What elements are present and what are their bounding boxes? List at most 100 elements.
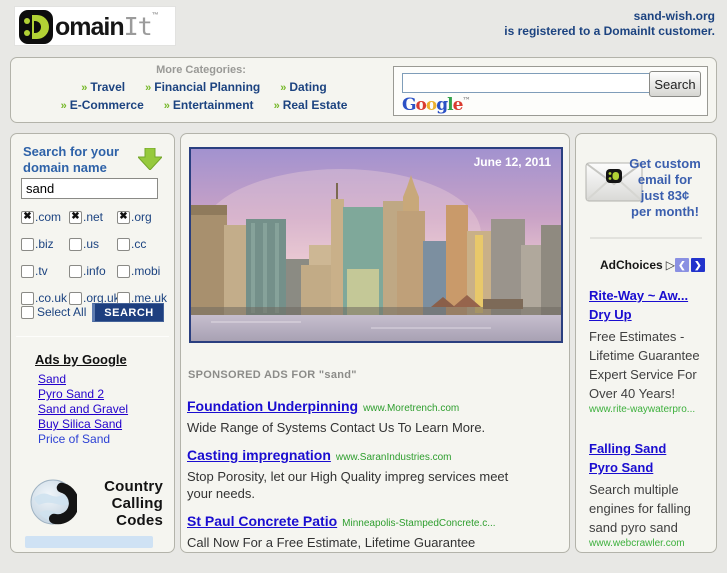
tld-label: .co.uk (35, 291, 67, 305)
domain-name: sand-wish.org (395, 9, 715, 24)
photo-date: June 12, 2011 (474, 155, 551, 169)
ad-title-link[interactable]: St Paul Concrete Patio (187, 513, 337, 529)
globe-phone-icon (29, 478, 77, 526)
category-link-entertainment[interactable]: »Entertainment (164, 98, 254, 112)
categories-bar: More Categories: »Travel »Financial Plan… (10, 57, 717, 123)
ad-url: www.rite-waywaterpro... (589, 404, 713, 415)
categories-row-1: »Travel »Financial Planning »Dating (11, 80, 397, 94)
google-ad-link-sand-and-gravel[interactable]: Sand and Gravel (38, 402, 128, 417)
cutoff-link-strip[interactable] (25, 536, 153, 548)
ad-title-link[interactable]: Casting impregnation (187, 447, 331, 463)
category-link-travel[interactable]: »Travel (81, 80, 125, 94)
right-ad-sidebar: Get custom email for just 83¢ per month!… (575, 133, 717, 553)
next-ad-arrow-button[interactable]: ❯ (691, 258, 705, 272)
tld-label: .info (83, 264, 106, 278)
tld-checkbox-org[interactable]: .org (117, 210, 169, 224)
tld-checkbox-biz[interactable]: .biz (21, 237, 69, 251)
checkbox[interactable] (69, 292, 82, 305)
checkbox[interactable] (69, 238, 82, 251)
checkbox[interactable] (21, 238, 34, 251)
ad-url: www.webcrawler.com (589, 538, 713, 549)
adchoices-icon[interactable]: ▷ (666, 258, 675, 272)
web-search-button[interactable]: Search (649, 71, 701, 97)
skyline-illustration (191, 149, 561, 341)
google-ad-link-sand[interactable]: Sand (38, 372, 128, 387)
green-bullet-icon: » (145, 82, 151, 94)
tld-checkbox-mobi[interactable]: .mobi (117, 264, 169, 278)
tld-label: .mobi (131, 264, 160, 278)
checkbox[interactable] (21, 292, 34, 305)
domain-search-title: Search for your domain name (23, 144, 119, 176)
tld-label: .org (131, 210, 152, 224)
green-bullet-icon: » (61, 100, 67, 112)
tld-checkbox-cc[interactable]: .cc (117, 237, 169, 251)
ad-title-link[interactable]: Rite-Way ~ Aw... (589, 286, 713, 305)
more-categories-title: More Categories: (86, 64, 316, 76)
checkbox[interactable] (117, 211, 130, 224)
right-ads-list: Rite-Way ~ Aw... Dry Up Free Estimates -… (589, 286, 713, 573)
ad-title-link[interactable]: Dry Up (589, 305, 713, 324)
sponsored-ads-heading: SPONSORED ADS FOR "sand" (188, 369, 357, 381)
checkbox[interactable] (69, 211, 82, 224)
google-ad-link-pyro-sand-2[interactable]: Pyro Sand 2 (38, 387, 128, 402)
web-search-input[interactable] (402, 73, 654, 93)
tld-checkbox-tv[interactable]: .tv (21, 264, 69, 278)
tld-label: .net (83, 210, 103, 224)
category-link-real-estate[interactable]: »Real Estate (274, 98, 348, 112)
sponsored-ad: St Paul Concrete Patio Minneapolis-Stampe… (187, 513, 557, 551)
domainit-logo-text: omainIt™ (55, 12, 159, 42)
ad-description: Wide Range of Systems Contact Us To Lear… (187, 419, 527, 436)
tld-checkbox-net[interactable]: .net (69, 210, 117, 224)
main-content: June 12, 2011 SPONSORED ADS FOR "sand" F… (180, 133, 570, 553)
select-all-checkbox[interactable]: Select All (21, 305, 86, 319)
google-logo: Google™ (402, 95, 469, 115)
right-ad: Falling Sand Pyro Sand Search multiple e… (589, 439, 713, 549)
checkbox[interactable] (21, 211, 34, 224)
domain-search-sidebar: Search for your domain name .com .net .o… (10, 133, 175, 553)
ad-url: www.Moretrench.com (363, 403, 459, 414)
category-label: Real Estate (283, 98, 348, 112)
domain-search-button[interactable]: SEARCH (92, 303, 164, 322)
tld-checkbox-info[interactable]: .info (69, 264, 117, 278)
green-bullet-icon: » (280, 82, 286, 94)
select-all-label: Select All (37, 305, 86, 319)
checkbox[interactable] (117, 238, 130, 251)
green-bullet-icon: » (274, 100, 280, 112)
checkbox[interactable] (21, 265, 34, 278)
sponsored-ad: Casting impregnation www.SaranIndustries.… (187, 447, 557, 502)
ad-url: Minneapolis-StampedConcrete.c... (342, 518, 495, 529)
tld-checkbox-us[interactable]: .us (69, 237, 117, 251)
tld-checkbox-couk[interactable]: .co.uk (21, 291, 69, 305)
google-ad-link-buy-silica-sand[interactable]: Buy Silica Sand (38, 417, 128, 432)
ad-description: Search multiple engines for falling sand… (589, 480, 711, 537)
category-link-dating[interactable]: »Dating (280, 80, 326, 94)
checkbox[interactable] (21, 306, 34, 319)
green-bullet-icon: » (81, 82, 87, 94)
ad-description: Call Now For a Free Estimate, Lifetime G… (187, 534, 527, 551)
google-ad-link-price-of-sand[interactable]: Price of Sand (38, 432, 128, 447)
ad-url: www.SaranIndustries.com (336, 452, 452, 463)
adchoices-link[interactable]: AdChoices (600, 258, 663, 272)
logo-word-start: omain (55, 13, 124, 41)
ad-title-link[interactable]: Foundation Underpinning (187, 398, 358, 414)
category-link-ecommerce[interactable]: »E-Commerce (61, 98, 144, 112)
ad-title-link[interactable]: Pyro Sand (589, 458, 713, 477)
sponsored-ad: Foundation Underpinning www.Moretrench.co… (187, 398, 557, 436)
categories-row-2: »E-Commerce »Entertainment »Real Estate (11, 98, 397, 112)
country-calling-codes-ad[interactable]: Country Calling Codes (25, 476, 165, 532)
ad-title-link[interactable]: Falling Sand (589, 439, 713, 458)
category-link-financial-planning[interactable]: »Financial Planning (145, 80, 260, 94)
checkbox[interactable] (69, 265, 82, 278)
tld-checkbox-com[interactable]: .com (21, 210, 69, 224)
prev-ad-arrow-button[interactable]: ❮ (675, 258, 689, 272)
registered-text: is registered to a DomainIt customer. (395, 24, 715, 39)
checkbox[interactable] (117, 265, 130, 278)
custom-email-promo[interactable]: Get custom email for just 83¢ per month! (620, 156, 710, 220)
sidebar-divider (590, 237, 702, 239)
registration-notice: sand-wish.org is registered to a DomainI… (395, 9, 715, 39)
right-ad: Rite-Way ~ Aw... Dry Up Free Estimates -… (589, 286, 713, 415)
domain-name-input[interactable] (21, 178, 158, 199)
sponsored-ads-list: Foundation Underpinning www.Moretrench.co… (187, 398, 557, 562)
skyline-photo: June 12, 2011 (189, 147, 563, 343)
tld-label: .cc (131, 237, 146, 251)
